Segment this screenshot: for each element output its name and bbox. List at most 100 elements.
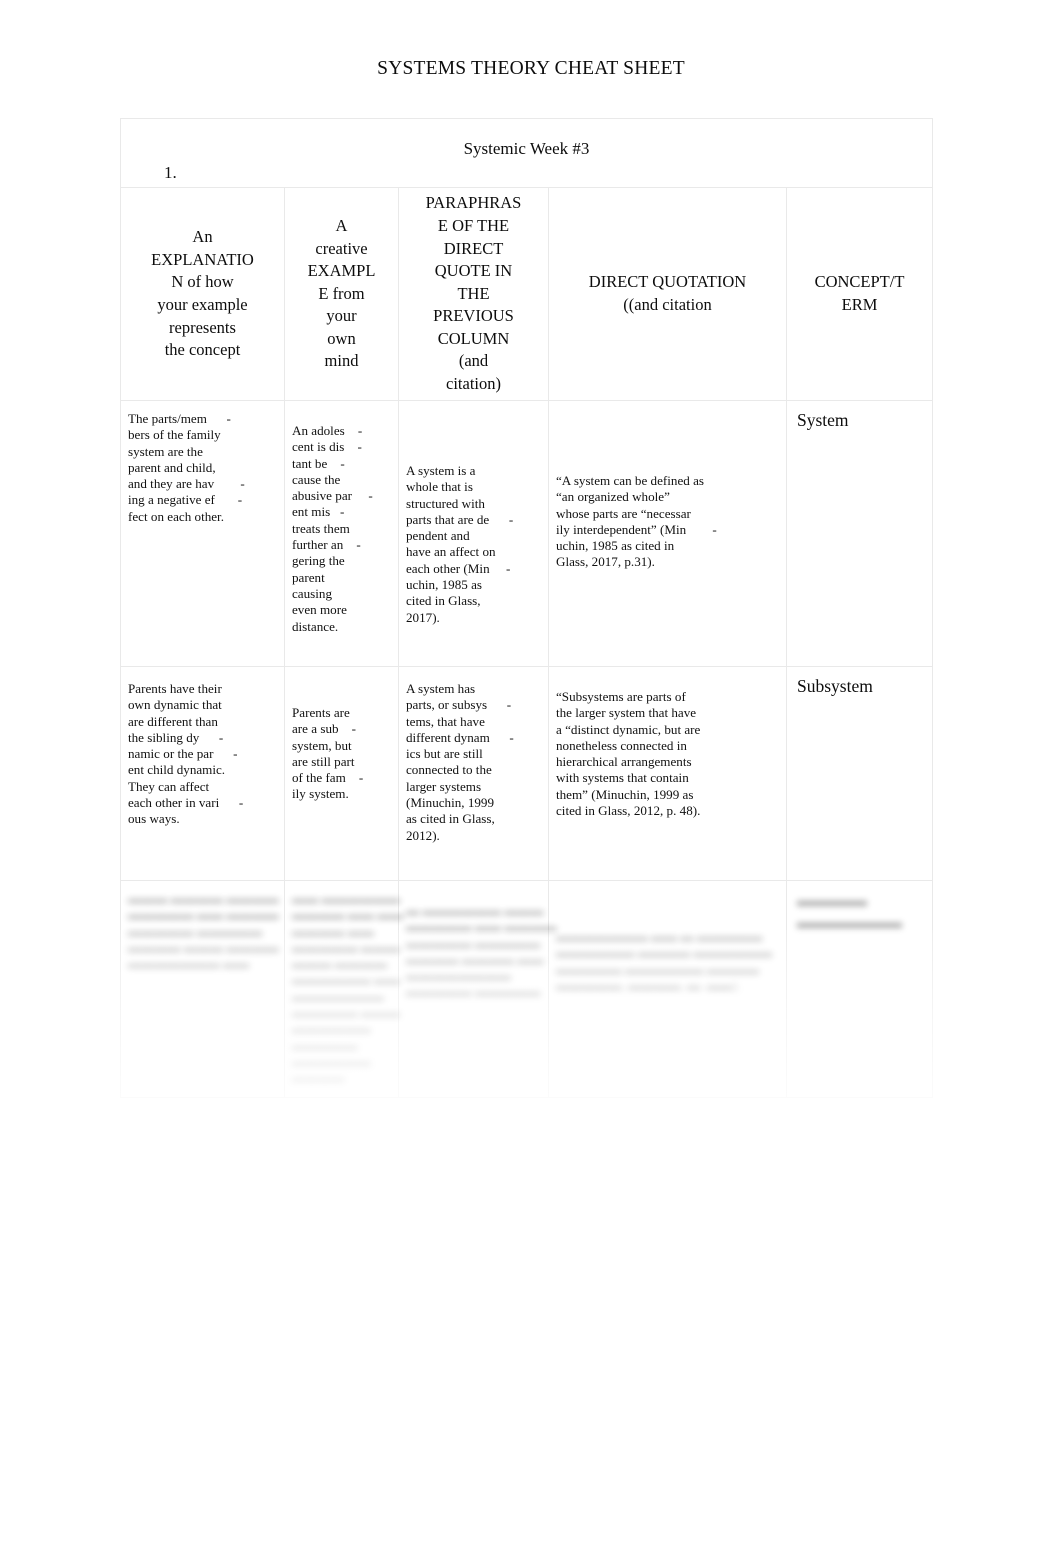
text-line: tems, that have bbox=[406, 713, 485, 729]
header-line: PARAPHRAS bbox=[425, 193, 522, 213]
text-line: parts that are de - bbox=[406, 511, 514, 527]
text-line: further an - bbox=[292, 537, 361, 553]
text-line: connected to the bbox=[406, 762, 492, 778]
text-line: A system is a bbox=[406, 463, 476, 478]
text-line: ▬▬▬▬▬ ▬▬▬ bbox=[292, 1005, 401, 1021]
text-line: each other in vari - bbox=[128, 795, 244, 811]
table-title-row: Systemic Week #3 1. bbox=[119, 118, 934, 188]
text-line: whose parts are “necessar bbox=[556, 505, 691, 521]
text-line: ▬▬▬▬▬ ▬▬ ▬▬▬▬ bbox=[128, 907, 279, 923]
text-line: ous ways. bbox=[128, 811, 180, 827]
text-line: An adoles - bbox=[292, 423, 363, 438]
header-cell-example: A creative EXAMPL E from your own mind bbox=[284, 187, 399, 401]
text-line: ily interdependent” (Min - bbox=[556, 521, 717, 537]
text-line: ics but are still bbox=[406, 746, 483, 762]
table-caption: Systemic Week #3 bbox=[463, 139, 590, 158]
cell-explanation: The parts/mem - bers of the family syste… bbox=[120, 400, 285, 667]
text-line: parent bbox=[292, 569, 325, 585]
text-line: ▬▬▬▬▬▬ bbox=[292, 1053, 371, 1069]
header-line: CONCEPT/T bbox=[814, 272, 905, 292]
text-line: ▬▬▬▬▬ ▬▬▬▬▬▬ ▬▬▬▬ bbox=[556, 961, 759, 977]
text-line: whole that is bbox=[406, 479, 473, 495]
text-line: The parts/mem - bbox=[128, 411, 231, 426]
text-line: ▬▬▬▬▬▬▬ ▬▬ ▬ ▬▬▬▬▬ bbox=[556, 929, 763, 944]
header-line: E from bbox=[318, 283, 365, 303]
text-line: ▬▬▬▬▬ ▬▬▬▬▬ bbox=[406, 984, 541, 1000]
concept-term-text: ▬▬▬▬ ▬▬▬▬▬▬ bbox=[797, 890, 902, 932]
text-line: system are the bbox=[128, 443, 203, 459]
cell-example: ▬▬ ▬▬▬▬▬▬ ▬▬▬▬ ▬▬ ▬▬ ▬▬▬▬ ▬▬ ▬▬▬▬▬ ▬▬▬ ▬… bbox=[284, 880, 404, 1098]
text-line: 2012). bbox=[406, 827, 440, 843]
header-line: An bbox=[192, 227, 213, 247]
table-row: Parents have their own dynamic that are … bbox=[120, 666, 934, 881]
header-line: THE bbox=[457, 283, 490, 303]
text-line: ▬▬▬▬ ▬▬ ▬▬ bbox=[292, 907, 404, 923]
text-line: ▬▬▬▬ ▬▬▬▬ ▬▬ bbox=[406, 951, 544, 967]
text-line: system, but bbox=[292, 737, 352, 753]
header-line: ((and citation bbox=[623, 295, 712, 314]
concept-term-text: System bbox=[797, 410, 849, 430]
text-line: and they are hav - bbox=[128, 476, 245, 492]
text-line: ▬▬▬ ▬▬▬▬ bbox=[292, 956, 387, 972]
table-row: The parts/mem - bers of the family syste… bbox=[120, 400, 934, 667]
text-line: nonetheless connected in bbox=[556, 737, 687, 753]
text-line: each other (Min - bbox=[406, 560, 511, 576]
header-line: citation) bbox=[446, 374, 501, 394]
text-line: gering the bbox=[292, 553, 345, 569]
header-line: PREVIOUS bbox=[433, 306, 514, 326]
cell-explanation: ▬▬▬ ▬▬▬▬ ▬▬▬▬ ▬▬▬▬▬ ▬▬ ▬▬▬▬ ▬▬▬▬▬ ▬▬▬▬▬ … bbox=[120, 880, 285, 1098]
text-line: “A system can be defined as bbox=[556, 473, 704, 488]
text-line: (Minuchin, 1999 bbox=[406, 795, 495, 811]
header-cell-explanation: An EXPLANATIO N of how your example repr… bbox=[120, 187, 285, 401]
text-line: parent and child, bbox=[128, 459, 216, 475]
text-line: pendent and bbox=[406, 528, 470, 544]
text-line: ▬ ▬▬▬▬▬▬ ▬▬▬ bbox=[406, 903, 544, 918]
header-line: EXAMPL bbox=[307, 261, 376, 281]
text-line: have an affect on bbox=[406, 544, 496, 560]
text-line: “an organized whole” bbox=[556, 489, 670, 505]
cell-paraphrase: A system has parts, or subsys - tems, th… bbox=[398, 666, 549, 881]
text-line: ing a negative ef - bbox=[128, 492, 243, 508]
text-line: ▬▬▬▬▬ bbox=[292, 1037, 358, 1053]
text-line: ▬▬▬▬▬▬▬ bbox=[292, 988, 384, 1004]
table-header-row: An EXPLANATIO N of how your example repr… bbox=[120, 187, 934, 401]
text-line: the larger system that have bbox=[556, 705, 697, 721]
text-line: hierarchical arrangements bbox=[556, 754, 692, 770]
text-line: ▬▬▬▬▬ ▬▬ ▬▬▬▬ bbox=[406, 919, 557, 935]
header-line: A bbox=[335, 215, 348, 235]
text-line: ▬▬▬▬▬, ▬▬▬▬, ▬. ▬▬). bbox=[556, 977, 741, 993]
text-line: own dynamic that bbox=[128, 697, 222, 713]
header-line: QUOTE IN bbox=[434, 261, 513, 281]
header-line: E OF THE bbox=[437, 215, 510, 235]
text-line: ▬▬▬▬ ▬▬▬ ▬▬▬▬ bbox=[128, 939, 279, 955]
header-cell-direct-quotation: DIRECT QUOTATION ((and citation bbox=[548, 187, 787, 401]
text-line: as cited in Glass, bbox=[406, 811, 495, 827]
cell-direct-quotation: “Subsystems are parts of the larger syst… bbox=[548, 666, 787, 881]
text-line: are a sub - bbox=[292, 721, 356, 737]
cell-direct-quotation: “A system can be defined as “an organize… bbox=[548, 400, 787, 667]
table-caption-cell: Systemic Week #3 1. bbox=[119, 118, 934, 188]
header-line: represents bbox=[169, 317, 236, 337]
page-title: SYSTEMS THEORY CHEAT SHEET bbox=[377, 58, 685, 79]
text-line: fect on each other. bbox=[128, 508, 224, 524]
text-line: treats them bbox=[292, 520, 350, 536]
text-line: ▬▬▬▬▬▬▬ ▬▬ bbox=[128, 956, 250, 972]
text-line: A system has bbox=[406, 681, 476, 696]
header-cell-paraphrase: PARAPHRAS E OF THE DIRECT QUOTE IN THE P… bbox=[398, 187, 549, 401]
header-line: the concept bbox=[164, 340, 241, 360]
text-line: ily system. bbox=[292, 786, 349, 802]
text-line: ent child dynamic. bbox=[128, 762, 226, 778]
cell-paraphrase: A system is a whole that is structured w… bbox=[398, 400, 549, 667]
text-line: cited in Glass, 2012, p. 48). bbox=[556, 803, 701, 819]
cell-example: Parents are are a sub - system, but are … bbox=[284, 666, 399, 881]
text-line: namic or the par - bbox=[128, 746, 238, 762]
text-line: ▬▬ ▬▬▬▬▬▬ bbox=[292, 891, 401, 906]
text-line: ▬▬▬▬▬▬ ▬▬ bbox=[292, 972, 401, 988]
document-page: SYSTEMS THEORY CHEAT SHEET Systemic Week… bbox=[0, 0, 1062, 1561]
header-line: (and bbox=[458, 351, 489, 371]
text-line: ▬▬▬▬▬ ▬▬▬▬▬ bbox=[406, 935, 541, 951]
text-line: ▬▬▬▬▬▬▬▬ bbox=[406, 968, 511, 984]
text-line: them” (Minuchin, 1999 as bbox=[556, 786, 694, 802]
text-line: 2017). bbox=[406, 609, 440, 625]
text-line: ▬▬▬ ▬▬▬▬ ▬▬▬▬ bbox=[128, 891, 279, 906]
